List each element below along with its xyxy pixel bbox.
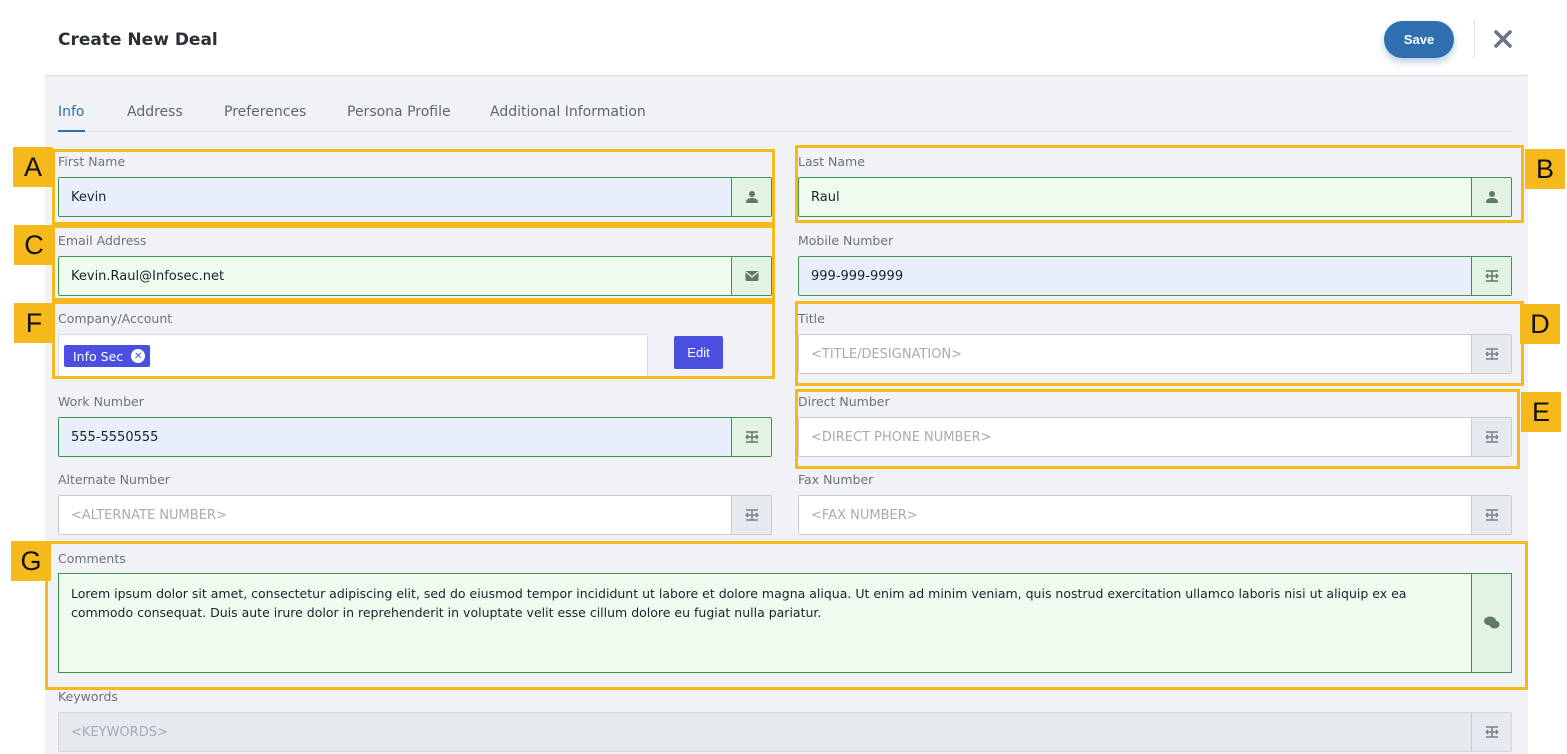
- keywords-field[interactable]: <KEYWORDS>: [58, 712, 1512, 752]
- text-height-icon: [731, 496, 771, 534]
- tab-bar: Info Address Preferences Persona Profile…: [58, 104, 1512, 132]
- fax-number-field[interactable]: <FAX NUMBER>: [798, 495, 1512, 535]
- dialog-title: Create New Deal: [58, 30, 218, 50]
- work-number-field[interactable]: 555-5550555: [58, 417, 772, 457]
- text-height-icon: [1471, 713, 1511, 751]
- annotation-label-d: D: [1520, 304, 1560, 344]
- annotation-box-f: [52, 301, 775, 379]
- alternate-number-placeholder[interactable]: <ALTERNATE NUMBER>: [59, 496, 731, 534]
- text-height-icon: [1471, 496, 1511, 534]
- annotation-label-c: C: [14, 225, 54, 265]
- fax-number-label: Fax Number: [798, 472, 874, 487]
- tab-additional-information[interactable]: Additional Information: [490, 104, 646, 132]
- annotation-box-d: [795, 301, 1524, 386]
- tab-preferences[interactable]: Preferences: [224, 104, 306, 132]
- annotation-box-a: [52, 149, 775, 225]
- annotation-box-b: [795, 145, 1524, 223]
- annotation-label-b: B: [1525, 149, 1565, 189]
- alternate-number-field[interactable]: <ALTERNATE NUMBER>: [58, 495, 772, 535]
- annotation-label-g: G: [11, 541, 51, 581]
- close-icon[interactable]: [1490, 24, 1516, 54]
- header-divider: [1474, 20, 1475, 58]
- text-height-icon: [731, 418, 771, 456]
- dialog-header: Create New Deal Save: [0, 0, 1567, 75]
- save-button[interactable]: Save: [1384, 21, 1454, 58]
- annotation-box-g: [45, 541, 1528, 690]
- tab-persona-profile[interactable]: Persona Profile: [347, 104, 451, 132]
- annotation-label-f: F: [14, 303, 54, 343]
- work-number-label: Work Number: [58, 394, 144, 409]
- keywords-label: Keywords: [58, 689, 118, 704]
- annotation-label-e: E: [1521, 392, 1561, 432]
- mobile-value[interactable]: 999-999-9999: [799, 257, 1471, 295]
- mobile-field[interactable]: 999-999-9999: [798, 256, 1512, 296]
- tab-info[interactable]: Info: [58, 104, 85, 132]
- work-number-value[interactable]: 555-5550555: [59, 418, 731, 456]
- annotation-box-e: [795, 389, 1520, 469]
- text-height-icon: [1471, 257, 1511, 295]
- alternate-number-label: Alternate Number: [58, 472, 170, 487]
- annotation-box-c: [52, 225, 775, 301]
- annotation-label-a: A: [13, 147, 53, 187]
- tab-address[interactable]: Address: [127, 104, 183, 132]
- fax-number-placeholder[interactable]: <FAX NUMBER>: [799, 496, 1471, 534]
- mobile-label: Mobile Number: [798, 233, 894, 248]
- keywords-placeholder[interactable]: <KEYWORDS>: [59, 713, 1471, 751]
